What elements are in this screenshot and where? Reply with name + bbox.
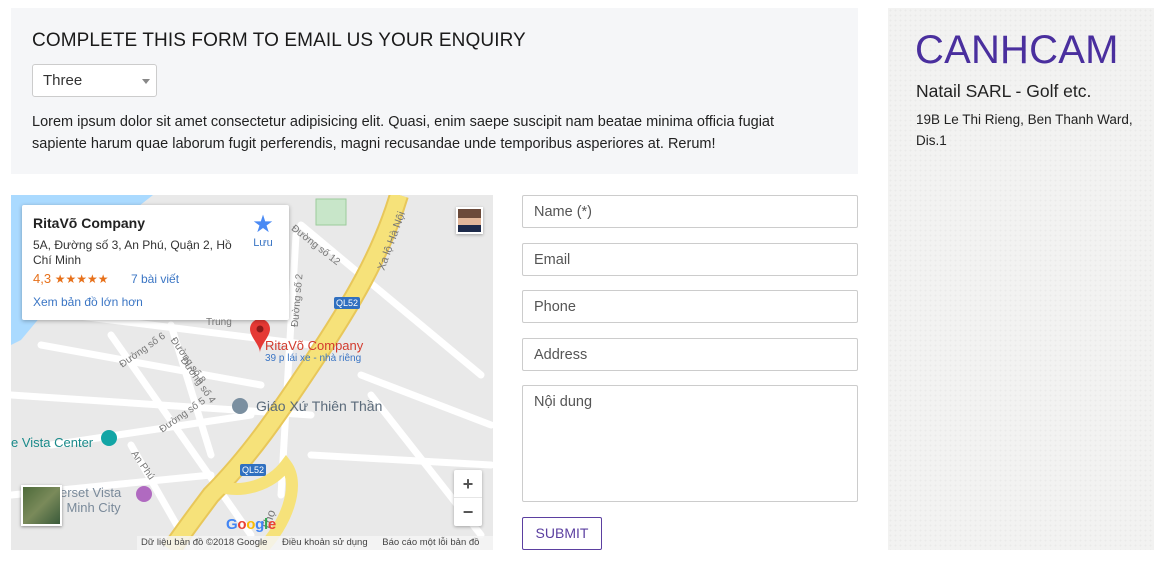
email-field[interactable]: Email [522,243,858,276]
larger-map-link[interactable]: Xem bản đồ lớn hơn [33,295,143,309]
place-name: RitaVõ Company [33,215,146,231]
save-label: Lưu [253,237,273,249]
satellite-toggle[interactable] [21,485,62,526]
dropdown-caret-icon [142,79,150,84]
church-icon [232,398,248,414]
map-data-credit: Dữ liệu bản đồ ©2018 Google [141,537,268,548]
hotel-icon [136,486,152,502]
google-logo: Google [226,516,276,533]
company-aside: CANHCAM Natail SARL - Golf etc. 19B Le T… [888,8,1154,550]
rating-value: 4,3 [33,271,52,286]
zoom-in-icon[interactable]: + [454,470,482,498]
embedded-map[interactable]: RitaVõ Company 5A, Đường số 3, An Phú, Q… [11,195,493,550]
poi-somerset-label-2[interactable]: i Minh City [60,500,121,515]
enquiry-panel: COMPLETE THIS FORM TO EMAIL US YOUR ENQU… [11,8,858,174]
map-footer: Dữ liệu bản đồ ©2018 Google Điều khoản s… [137,536,493,550]
road-label: Trung [206,317,232,328]
highway-badge: QL52 [334,297,360,309]
content-textarea[interactable]: Nội dung [522,385,858,502]
terms-link[interactable]: Điều khoản sử dụng [282,537,368,548]
zoom-out-icon[interactable]: − [454,498,482,526]
enquiry-type-select[interactable]: Three [32,64,157,97]
zoom-control: + − [454,470,482,526]
poi-vista-label[interactable]: e Vista Center [11,435,93,450]
place-rating: 4,3 ★★★★★ [33,271,109,286]
place-info-card: RitaVõ Company 5A, Đường số 3, An Phú, Q… [22,205,289,320]
star-icon: ★ [252,211,274,238]
landmark-icon [101,430,117,446]
highway-badge: QL52 [240,464,266,476]
reviews-link[interactable]: 7 bài viết [131,272,179,286]
select-value: Three [43,72,83,89]
company-name: Natail SARL - Golf etc. [916,81,1092,101]
save-place-button[interactable]: ★ Lưu [248,211,278,250]
enquiry-heading: COMPLETE THIS FORM TO EMAIL US YOUR ENQU… [32,30,526,51]
pin-sublabel: 39 p lái xe - nhà riêng [265,353,362,364]
enquiry-description: Lorem ipsum dolor sit amet consectetur a… [32,114,775,152]
poi-somerset-label[interactable]: erset Vista [60,485,121,500]
avatar[interactable] [456,207,483,234]
name-field[interactable]: Name (*) [522,195,858,228]
poi-church-label[interactable]: Giáo Xứ Thiên Thần [256,398,382,414]
place-address: 5A, Đường số 3, An Phú, Quận 2, Hồ Chí M… [33,238,232,267]
pin-label[interactable]: RitaVõ Company [265,338,363,353]
address-field[interactable]: Address [522,338,858,371]
star-icon: ★★★★★ [54,272,109,286]
submit-button[interactable]: SUBMIT [522,517,602,550]
phone-field[interactable]: Phone [522,290,858,323]
brand-logo[interactable]: CANHCAM [915,28,1119,73]
company-address: 19B Le Thi Rieng, Ben Thanh Ward, Dis.1 [916,112,1133,148]
report-error-link[interactable]: Báo cáo một lỗi bản đồ [382,537,479,548]
